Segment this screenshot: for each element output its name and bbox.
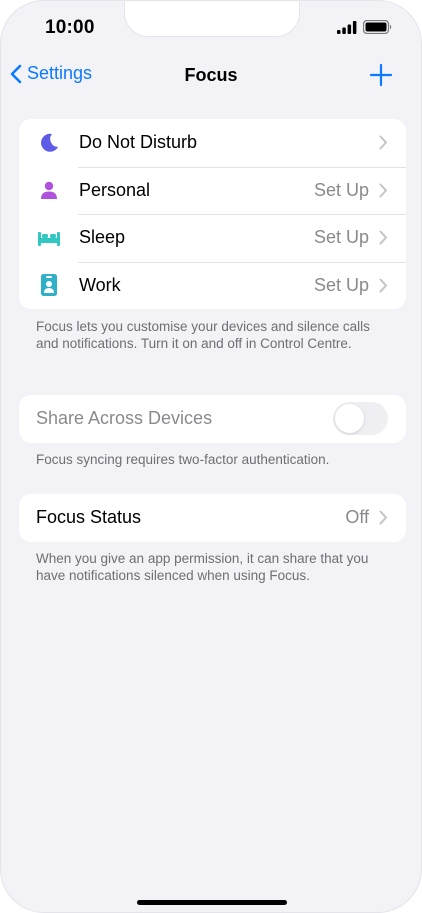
battery-icon [362, 19, 393, 39]
navigation-bar: Settings Focus [1, 57, 421, 97]
chevron-right-icon [379, 183, 388, 198]
status-time: 10:00 [45, 17, 95, 38]
focus-mode-value: Set Up [313, 274, 369, 295]
focus-mode-personal[interactable]: Personal Set Up [19, 166, 406, 215]
focus-mode-sleep[interactable]: Sleep Set Up [19, 214, 406, 262]
phone-screen: 10:00 Settings Focus Do Not Disturb Pers… [0, 0, 422, 913]
focus-mode-label: Sleep [79, 227, 126, 248]
focus-status-footer-text: When you give an app permission, it can … [36, 551, 369, 583]
focus-footer-text: Focus lets you customise your devices an… [36, 319, 370, 351]
focus-modes-list: Do Not Disturb Personal Set Up Sleep Set… [19, 119, 406, 309]
share-across-devices-toggle[interactable] [333, 402, 388, 436]
focus-mode-label: Work [79, 274, 121, 295]
home-indicator[interactable] [137, 900, 287, 905]
focus-mode-do-not-disturb[interactable]: Do Not Disturb [19, 119, 406, 167]
focus-status-value: Off [345, 507, 369, 528]
plus-icon [369, 63, 393, 87]
bed-icon [19, 229, 79, 247]
person-icon [19, 180, 79, 200]
notch [124, 1, 300, 37]
chevron-right-icon [379, 278, 388, 293]
toggle-knob [335, 404, 364, 434]
focus-mode-value: Set Up [313, 227, 369, 248]
focus-mode-value: Set Up [313, 179, 369, 200]
focus-status-label: Focus Status [36, 507, 142, 528]
focus-mode-label: Personal [79, 179, 151, 200]
add-focus-button[interactable] [369, 63, 393, 92]
focus-mode-label: Do Not Disturb [79, 132, 198, 153]
share-across-devices-group: Share Across Devices [19, 395, 406, 443]
page-title: Focus [184, 65, 238, 85]
focus-mode-work[interactable]: Work Set Up [19, 261, 406, 310]
chevron-right-icon [379, 230, 388, 245]
focus-status-row[interactable]: Focus Status Off [19, 494, 406, 542]
share-footer-text: Focus syncing requires two-factor authen… [36, 452, 330, 467]
status-icons [337, 19, 393, 39]
focus-status-group: Focus Status Off [19, 494, 406, 542]
share-across-devices-row: Share Across Devices [19, 395, 406, 443]
chevron-right-icon [379, 510, 388, 525]
moon-icon [19, 132, 79, 154]
id-badge-icon [19, 274, 79, 297]
chevron-right-icon [379, 135, 388, 150]
share-across-devices-label: Share Across Devices [36, 408, 213, 429]
signal-icon [337, 20, 357, 39]
